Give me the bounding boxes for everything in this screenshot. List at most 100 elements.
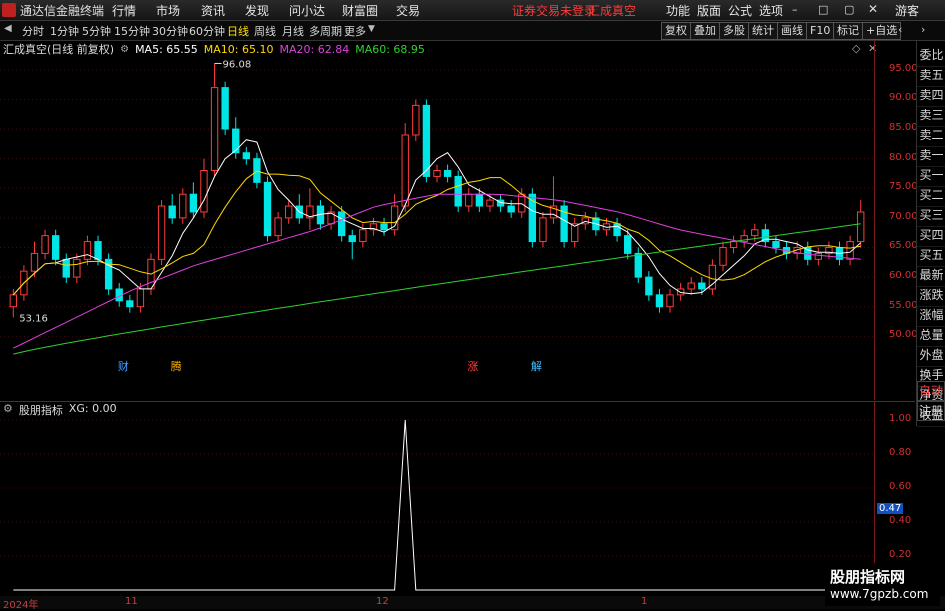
app-name: 通达信金融终端 [20, 3, 105, 18]
sidebar-item[interactable]: 买三 [917, 205, 945, 227]
button-tongji[interactable]: 统计 [748, 22, 778, 40]
tab-60min[interactable]: 60分钟 [189, 23, 225, 39]
menu-item-gongneng[interactable]: 功能 [666, 2, 690, 19]
indicator-chart [0, 419, 874, 591]
sidebar-item[interactable]: 买一 [917, 165, 945, 187]
sidebar-item[interactable]: 涨跌 [917, 285, 945, 307]
button-fuquan[interactable]: 复权 [661, 22, 691, 40]
ma10-line [12, 170, 861, 296]
candle-body [412, 104, 420, 136]
candle-body [539, 217, 547, 243]
tab-1min[interactable]: 1分钟 [50, 23, 79, 39]
candle-body [263, 181, 272, 237]
event-marker: 财 [118, 359, 129, 373]
candle-body [645, 276, 653, 296]
button-duogu[interactable]: 多股 [719, 22, 749, 40]
candle-body [465, 193, 473, 207]
candle-body [210, 87, 219, 172]
menu-item-caifuquan[interactable]: 财富圈 [342, 2, 378, 19]
candle-body [719, 246, 727, 266]
sidebar-item[interactable]: 卖二 [917, 125, 945, 147]
candle-body [9, 294, 17, 308]
ma20-line [13, 193, 861, 349]
candle-body [422, 104, 431, 177]
sidebar-item[interactable]: 委比 [917, 45, 945, 67]
candlestick-chart[interactable]: 96.08 53.16 财 腾 涨 解 [0, 40, 915, 400]
price-axis-label: 95.00 [889, 62, 918, 74]
menu-item-gongshi[interactable]: 公式 [728, 2, 752, 19]
candle-body [348, 235, 356, 243]
sidebar-item[interactable]: 买四 [917, 225, 945, 247]
candle-body [189, 193, 198, 213]
button-biaoji[interactable]: 标记 [833, 22, 863, 40]
maximize-icon[interactable]: ▢ [844, 3, 854, 16]
menu-item-xuanxiang[interactable]: 选项 [759, 2, 783, 19]
menu-item-zixun[interactable]: 资讯 [201, 2, 225, 19]
sidebar-item[interactable]: 涨幅 [917, 305, 945, 327]
nav-left-icon[interactable]: ◀ [4, 23, 12, 34]
indicator-axis-label: 0.20 [889, 549, 912, 560]
more-chevron-icon[interactable]: ▼ [368, 24, 375, 34]
sidebar-item[interactable]: 买五 [917, 245, 945, 267]
tab-weekly[interactable]: 周线 [254, 23, 276, 39]
tab-daily[interactable]: 日线 [227, 23, 249, 39]
menu-item-banmian[interactable]: 版面 [697, 2, 721, 19]
sidebar-item[interactable]: 卖三 [917, 105, 945, 127]
watermark-line1: 股朋指标网 [830, 568, 906, 586]
restore-icon[interactable]: □ [818, 3, 828, 16]
sidebar-item[interactable]: 外盘 [917, 345, 945, 367]
tab-fenshi[interactable]: 分时 [22, 23, 44, 39]
button-add-favorite[interactable]: +自选 [862, 22, 902, 40]
event-marker: 腾 [171, 359, 182, 373]
sidebar-item[interactable]: 最新 [917, 265, 945, 287]
close-icon[interactable]: ✕ [868, 2, 878, 16]
app-title: 通达信金融终端 [2, 2, 104, 18]
sidebar-item[interactable]: 卖四 [917, 85, 945, 107]
login-status[interactable]: 证券交易未登录 [512, 2, 596, 19]
tab-15min[interactable]: 15分钟 [114, 23, 150, 39]
sidebar-item[interactable]: 卖五 [917, 65, 945, 87]
menu-item-faxian[interactable]: 发现 [245, 2, 269, 19]
auto-button[interactable]: 自动 [917, 381, 945, 401]
candle-body [687, 282, 695, 290]
candle-body [168, 205, 176, 219]
tab-more[interactable]: 更多 [344, 23, 366, 39]
sidebar-item[interactable]: 买二 [917, 185, 945, 207]
candle-body [51, 235, 60, 260]
candle-body [655, 294, 664, 308]
candle-body [857, 211, 865, 243]
candle-body [157, 205, 166, 260]
menu-item-wenxiaoda[interactable]: 问小达 [289, 2, 325, 19]
price-axis-label: 80.00 [889, 151, 918, 163]
candle-body [232, 128, 240, 154]
candle-body [751, 229, 759, 237]
register-button[interactable]: 注册 [917, 401, 945, 421]
sidebar-item[interactable]: 卖一 [917, 145, 945, 167]
candle-body [337, 211, 346, 237]
button-f10[interactable]: F10 [806, 22, 835, 40]
tab-5min[interactable]: 5分钟 [82, 23, 111, 39]
tab-multi-period[interactable]: 多周期 [309, 23, 342, 39]
current-stock: 汇成真空 [588, 4, 637, 18]
menu-item-guest[interactable]: 游客 [895, 2, 919, 19]
high-price-label: 96.08 [223, 59, 252, 70]
watermark: 股朋指标网 www.7gpzb.com [825, 563, 940, 606]
menu-bar: 通达信金融终端 行情 市场 资讯 发现 问小达 财富圈 交易 证券交易未登录 汇… [0, 0, 945, 21]
candle-body [380, 223, 388, 231]
button-diejia[interactable]: 叠加 [690, 22, 720, 40]
event-marker: 解 [531, 359, 542, 373]
menu-item-jiaoyi[interactable]: 交易 [396, 2, 420, 19]
button-huaxian[interactable]: 画线 [777, 22, 807, 40]
tab-monthly[interactable]: 月线 [282, 23, 304, 39]
candle-body [179, 193, 187, 219]
candle-body [475, 193, 484, 207]
menu-item-shichang[interactable]: 市场 [156, 2, 180, 19]
tab-30min[interactable]: 30分钟 [152, 23, 188, 39]
minimize-icon[interactable]: – [792, 3, 798, 16]
sidebar-item[interactable]: 总量 [917, 325, 945, 347]
indicator-axis-label: 0.80 [889, 447, 912, 458]
candle-body [83, 241, 92, 260]
prev-icon[interactable]: ‹ [898, 23, 902, 36]
next-icon[interactable]: › [921, 23, 925, 36]
menu-item-hangqing[interactable]: 行情 [112, 2, 136, 19]
